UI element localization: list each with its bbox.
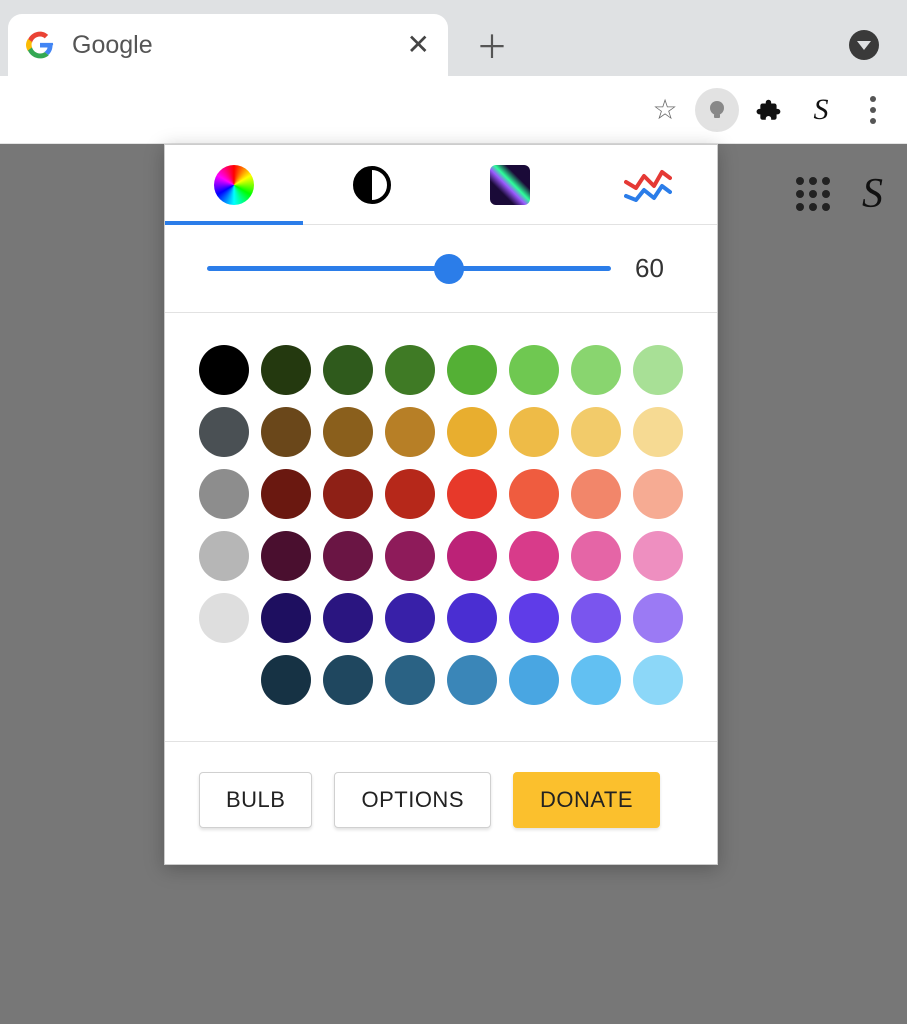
color-swatch[interactable] — [261, 655, 311, 705]
color-swatch[interactable] — [447, 593, 497, 643]
google-favicon-icon — [26, 31, 54, 59]
color-swatch[interactable] — [509, 469, 559, 519]
color-swatch[interactable] — [509, 655, 559, 705]
color-swatch[interactable] — [199, 531, 249, 581]
aurora-icon — [490, 165, 530, 205]
color-swatch[interactable] — [509, 531, 559, 581]
trend-lines-icon — [624, 168, 672, 202]
color-swatch[interactable] — [633, 655, 683, 705]
color-swatch[interactable] — [323, 531, 373, 581]
color-swatch[interactable] — [633, 593, 683, 643]
color-swatch[interactable] — [447, 345, 497, 395]
color-swatch[interactable] — [199, 593, 249, 643]
bookmark-star-icon[interactable]: ☆ — [643, 88, 687, 132]
apps-grid-icon[interactable] — [796, 177, 830, 211]
color-swatch[interactable] — [571, 407, 621, 457]
color-swatch[interactable] — [447, 469, 497, 519]
options-button[interactable]: OPTIONS — [334, 772, 491, 828]
color-swatch[interactable] — [571, 531, 621, 581]
color-swatch[interactable] — [385, 531, 435, 581]
color-swatch[interactable] — [385, 469, 435, 519]
color-swatch[interactable] — [261, 407, 311, 457]
color-swatch[interactable] — [447, 531, 497, 581]
color-swatch[interactable] — [571, 593, 621, 643]
color-swatch[interactable] — [385, 407, 435, 457]
popup-tabbar — [165, 145, 717, 225]
color-swatch[interactable] — [633, 345, 683, 395]
slider-value-label: 60 — [635, 253, 675, 284]
color-swatch[interactable] — [385, 345, 435, 395]
color-swatch[interactable] — [323, 469, 373, 519]
tab-title: Google — [72, 31, 389, 60]
new-tab-button[interactable]: ＋ — [468, 14, 516, 76]
tab-color[interactable] — [165, 145, 303, 224]
color-swatch[interactable] — [199, 345, 249, 395]
browser-tabstrip: Google ✕ ＋ — [0, 0, 907, 76]
contrast-icon — [353, 166, 391, 204]
extension-popup: 60 BULB OPTIONS DONATE — [164, 144, 718, 865]
color-swatch[interactable] — [509, 593, 559, 643]
donate-button[interactable]: DONATE — [513, 772, 660, 828]
profile-s-icon[interactable]: S — [862, 170, 883, 218]
color-swatch[interactable] — [261, 593, 311, 643]
extension-bulb-icon[interactable] — [695, 88, 739, 132]
color-swatch[interactable] — [261, 469, 311, 519]
color-swatch-grid — [165, 313, 717, 742]
kebab-menu-icon[interactable] — [851, 88, 895, 132]
color-swatch[interactable] — [323, 345, 373, 395]
intensity-slider[interactable] — [207, 266, 611, 271]
popup-footer: BULB OPTIONS DONATE — [165, 742, 717, 864]
color-swatch[interactable] — [385, 593, 435, 643]
color-swatch[interactable] — [199, 407, 249, 457]
s-extension-icon[interactable]: S — [799, 88, 843, 132]
color-swatch[interactable] — [261, 531, 311, 581]
color-wheel-icon — [214, 165, 254, 205]
browser-tab[interactable]: Google ✕ — [8, 14, 448, 76]
color-swatch[interactable] — [447, 655, 497, 705]
color-swatch[interactable] — [571, 345, 621, 395]
close-icon[interactable]: ✕ — [407, 31, 430, 59]
color-swatch[interactable] — [447, 407, 497, 457]
intensity-slider-row: 60 — [165, 225, 717, 313]
color-swatch[interactable] — [261, 345, 311, 395]
tab-theme[interactable] — [441, 145, 579, 224]
tab-analytics[interactable] — [579, 145, 717, 224]
color-swatch[interactable] — [571, 655, 621, 705]
color-swatch[interactable] — [571, 469, 621, 519]
browser-toolbar: ☆ S — [0, 76, 907, 144]
color-swatch[interactable] — [509, 407, 559, 457]
color-swatch[interactable] — [323, 593, 373, 643]
color-swatch[interactable] — [323, 407, 373, 457]
color-swatch[interactable] — [633, 407, 683, 457]
color-swatch[interactable] — [199, 469, 249, 519]
extensions-puzzle-icon[interactable] — [747, 88, 791, 132]
color-swatch[interactable] — [633, 469, 683, 519]
tab-contrast[interactable] — [303, 145, 441, 224]
bulb-button[interactable]: BULB — [199, 772, 312, 828]
slider-thumb[interactable] — [434, 254, 464, 284]
color-swatch[interactable] — [323, 655, 373, 705]
color-swatch[interactable] — [509, 345, 559, 395]
account-dropdown-icon[interactable] — [849, 30, 879, 60]
color-swatch[interactable] — [633, 531, 683, 581]
color-swatch[interactable] — [385, 655, 435, 705]
